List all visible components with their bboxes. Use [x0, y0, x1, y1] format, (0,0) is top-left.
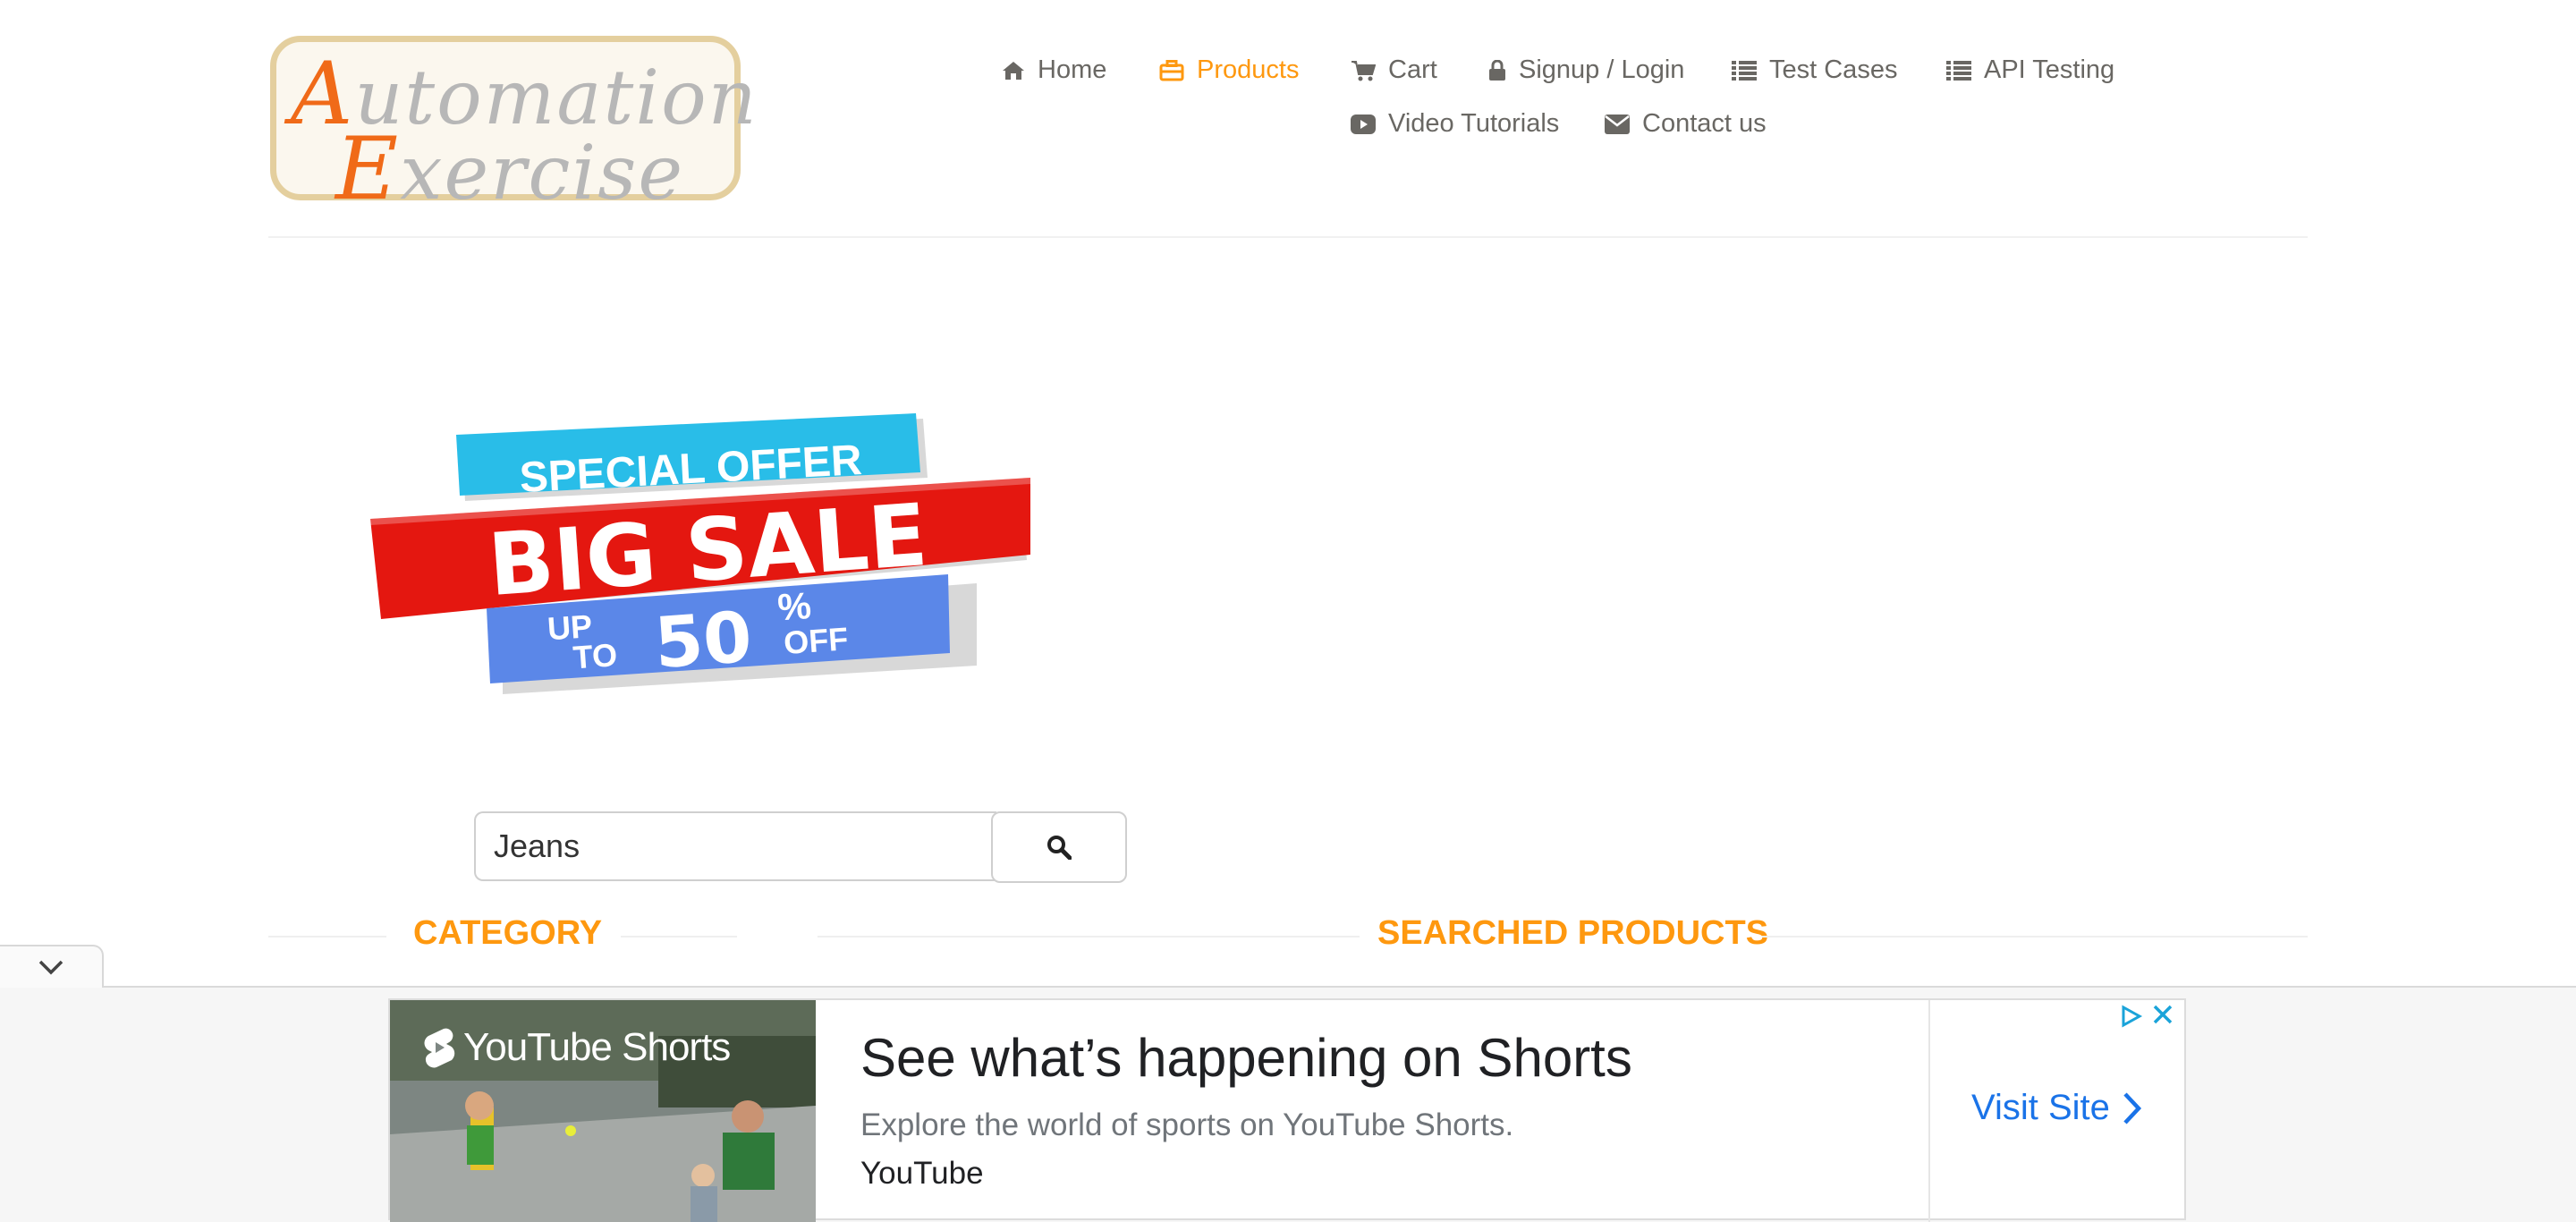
search-button[interactable] [991, 811, 1127, 883]
ad-headline[interactable]: See what’s happening on Shorts [860, 1027, 1632, 1089]
products-title-line-left [818, 936, 1360, 938]
nav-test-cases-label: Test Cases [1769, 55, 1898, 84]
nav-api-testing[interactable]: API Testing [1946, 55, 2114, 85]
banner-to-text: TO [572, 636, 618, 675]
search-icon [1047, 836, 1072, 860]
briefcase-icon [1159, 59, 1184, 81]
nav-cart-label: Cart [1388, 55, 1437, 84]
youtube-play-icon [1351, 114, 1376, 134]
ad-visit-site-button[interactable]: Visit Site [1971, 1088, 2142, 1128]
nav-video-label: Video Tutorials [1388, 109, 1560, 138]
youtube-shorts-brand: YouTube Shorts [422, 1025, 731, 1070]
ad-visit-site-label: Visit Site [1971, 1088, 2110, 1127]
chevron-down-icon [38, 960, 64, 975]
products-title-line-right [1762, 936, 2308, 938]
nav-video-tutorials[interactable]: Video Tutorials [1351, 109, 1559, 139]
nav-contact-us[interactable]: Contact us [1605, 109, 1767, 139]
nav-contact-label: Contact us [1642, 109, 1767, 138]
nav-cart[interactable]: Cart [1351, 55, 1437, 85]
banner-percent-text: % [776, 584, 813, 628]
ad-advertiser: YouTube [860, 1156, 984, 1191]
adchoices-icon[interactable] [2118, 1004, 2143, 1033]
header-divider [268, 236, 2308, 238]
nav-test-cases[interactable]: Test Cases [1732, 55, 1897, 85]
home-icon [1003, 61, 1024, 80]
nav-products[interactable]: Products [1159, 55, 1299, 85]
nav-signup-login[interactable]: Signup / Login [1488, 55, 1684, 85]
banner-fifty-text: 50 [652, 598, 755, 684]
cart-icon [1352, 60, 1376, 81]
nav-api-testing-label: API Testing [1984, 55, 2115, 84]
ad-banner[interactable]: YouTube Shorts See what’s happening on S… [388, 998, 2186, 1222]
site-logo[interactable]: Automation Exercise [270, 36, 757, 219]
searched-products-title: SEARCHED PRODUCTS [1377, 914, 1769, 952]
category-title-line-left [268, 936, 386, 938]
nav-products-label: Products [1197, 55, 1300, 84]
envelope-icon [1605, 114, 1630, 134]
youtube-shorts-text: YouTube Shorts [463, 1025, 731, 1069]
category-title: CATEGORY [413, 914, 603, 952]
banner-off-text: OFF [783, 620, 850, 661]
nav-signup-label: Signup / Login [1519, 55, 1685, 84]
list-icon [1732, 60, 1757, 81]
ad-separator [1928, 1000, 1930, 1222]
ad-image[interactable]: YouTube Shorts [390, 1000, 816, 1222]
category-title-line-right [621, 936, 737, 938]
ad-description: Explore the world of sports on YouTube S… [860, 1107, 1514, 1142]
lock-icon [1489, 59, 1505, 81]
search-product-input[interactable] [474, 811, 996, 881]
youtube-shorts-icon [424, 1028, 455, 1068]
sale-banner: SPECIAL OFFER BIG SALE UP TO 50 % OFF [369, 379, 1066, 701]
nav-home-label: Home [1038, 55, 1107, 84]
list-icon [1946, 60, 1971, 81]
chevron-right-icon [2123, 1091, 2141, 1124]
nav-home[interactable]: Home [1002, 55, 1106, 85]
ad-close-icon[interactable] [2150, 1002, 2175, 1031]
logo-line-2: Exercise [335, 119, 685, 219]
ad-collapse-toggle[interactable] [0, 945, 104, 988]
